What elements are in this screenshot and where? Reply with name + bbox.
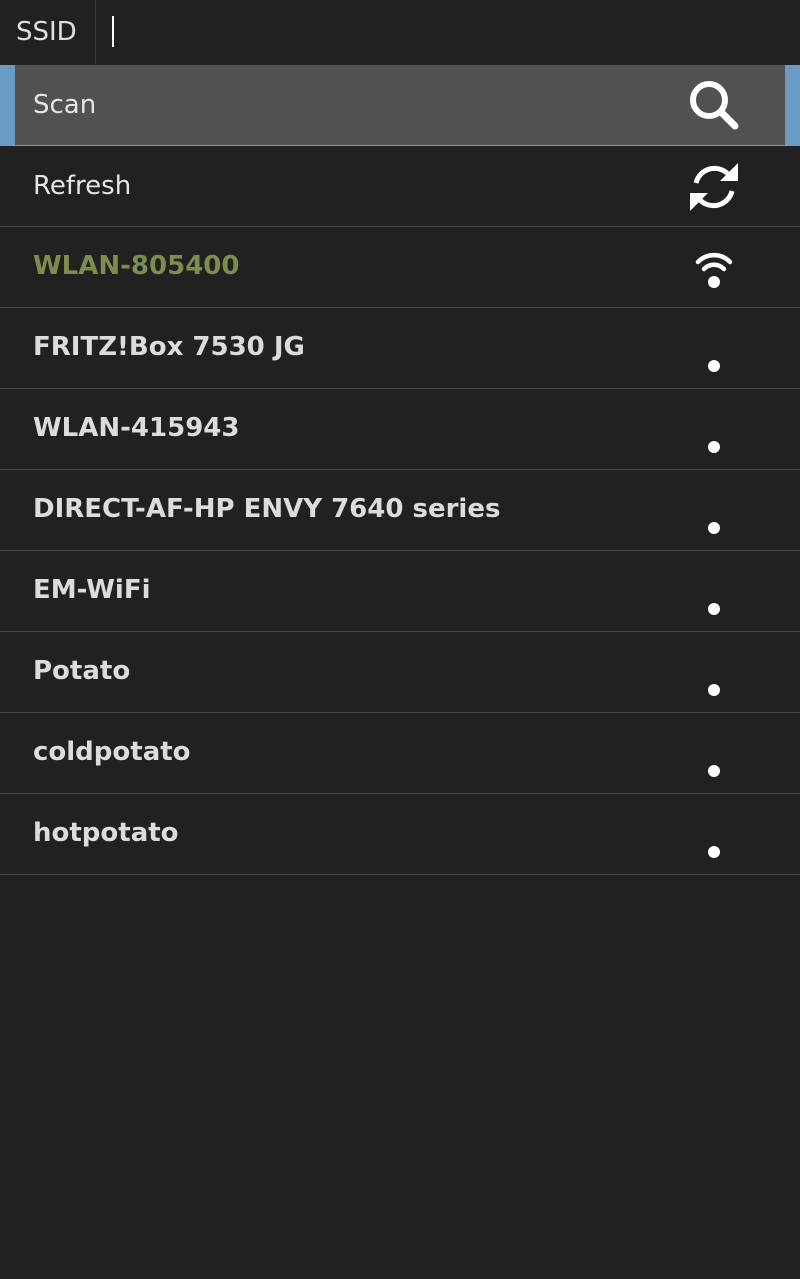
wifi-signal-icon <box>695 252 733 288</box>
ssid-header: SSID <box>0 0 800 64</box>
header-divider <box>95 0 96 64</box>
refresh-icon <box>690 163 738 211</box>
network-item[interactable]: Potato <box>0 632 800 713</box>
refresh-label: Refresh <box>33 171 132 201</box>
scan-item[interactable]: Scan <box>0 65 800 146</box>
network-item[interactable]: coldpotato <box>0 713 800 794</box>
scan-item-highlight[interactable]: Scan <box>15 65 785 145</box>
network-ssid: FRITZ!Box 7530 JG <box>33 332 305 362</box>
text-caret <box>112 16 114 47</box>
weak-signal-dot-icon <box>708 441 720 453</box>
search-icon <box>690 81 739 130</box>
network-ssid: WLAN-805400 <box>33 251 240 281</box>
network-ssid: coldpotato <box>33 737 191 767</box>
network-item[interactable]: WLAN-415943 <box>0 389 800 470</box>
ssid-input[interactable] <box>100 8 790 56</box>
weak-signal-dot-icon <box>708 765 720 777</box>
network-item[interactable]: FRITZ!Box 7530 JG <box>0 308 800 389</box>
wifi-menu-list: Scan Refresh WLAN-805400 FRITZ!Box 7530 … <box>0 65 800 875</box>
weak-signal-dot-icon <box>708 360 720 372</box>
ssid-label: SSID <box>16 17 77 47</box>
network-item[interactable]: DIRECT-AF-HP ENVY 7640 series <box>0 470 800 551</box>
weak-signal-dot-icon <box>708 684 720 696</box>
network-ssid: WLAN-415943 <box>33 413 240 443</box>
network-item[interactable]: EM-WiFi <box>0 551 800 632</box>
network-ssid: EM-WiFi <box>33 575 151 605</box>
weak-signal-dot-icon <box>708 522 720 534</box>
weak-signal-dot-icon <box>708 603 720 615</box>
scan-label: Scan <box>33 90 97 120</box>
refresh-item[interactable]: Refresh <box>0 146 800 227</box>
network-item[interactable]: WLAN-805400 <box>0 227 800 308</box>
network-ssid: hotpotato <box>33 818 179 848</box>
weak-signal-dot-icon <box>708 846 720 858</box>
network-ssid: DIRECT-AF-HP ENVY 7640 series <box>33 494 501 524</box>
network-ssid: Potato <box>33 656 131 686</box>
network-item[interactable]: hotpotato <box>0 794 800 875</box>
